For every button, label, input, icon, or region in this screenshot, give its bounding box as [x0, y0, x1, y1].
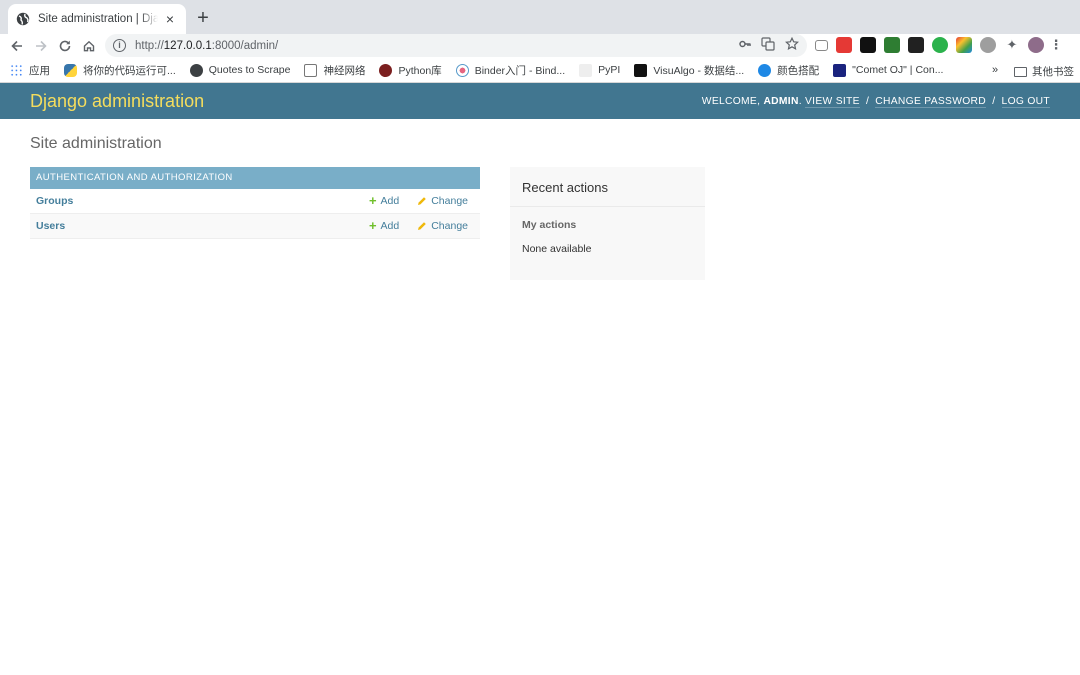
python-icon: [64, 63, 77, 77]
view-site-link[interactable]: View site: [805, 95, 860, 108]
bookmark-item[interactable]: Python库: [379, 63, 442, 78]
welcome-text: Welcome,: [701, 95, 761, 107]
key-icon[interactable]: [739, 38, 751, 50]
bookmark-item[interactable]: VisuAlgo - 数据结...: [634, 63, 744, 78]
username: admin: [763, 95, 799, 107]
log-out-link[interactable]: Log out: [1001, 95, 1050, 108]
screen-recorder-icon[interactable]: [836, 37, 852, 53]
change-group-button[interactable]: Change: [417, 195, 468, 207]
app-caption-link[interactable]: Authentication and Authorization: [30, 167, 480, 189]
bookmark-item[interactable]: "Comet OJ" | Con...: [833, 63, 943, 77]
model-row-groups: Groups + Add Change: [30, 189, 480, 214]
app-module-auth: Authentication and Authorization Groups …: [30, 167, 480, 239]
browser-tab[interactable]: Site administration | Django site admin …: [8, 4, 186, 34]
url-text: http://127.0.0.1:8000/admin/: [135, 39, 279, 52]
bookmark-item[interactable]: 神经网络: [304, 63, 365, 78]
color-icon: [758, 63, 772, 77]
x-extension-icon[interactable]: [908, 37, 924, 53]
add-group-button[interactable]: + Add: [368, 193, 399, 208]
home-button[interactable]: [80, 37, 98, 55]
admin-header: Django administration Welcome, admin. Vi…: [0, 83, 1080, 119]
recent-actions-panel: Recent actions My actions None available: [510, 167, 705, 280]
forward-button[interactable]: [32, 37, 50, 55]
pencil-icon: [418, 222, 427, 230]
profile-avatar[interactable]: [1028, 37, 1044, 53]
visualgo-icon: [634, 63, 648, 77]
browser-toolbar: i http://127.0.0.1:8000/admin/ ✦ ⋮: [0, 34, 1080, 58]
bookmark-item[interactable]: 应用: [10, 63, 50, 78]
groups-link[interactable]: Groups: [36, 195, 73, 207]
pypi-icon: [579, 63, 593, 77]
address-bar[interactable]: i http://127.0.0.1:8000/admin/: [105, 34, 807, 57]
arrow-left-icon: [11, 40, 22, 52]
globe-icon: [189, 63, 203, 77]
puzzle-icon[interactable]: ✦: [1004, 37, 1020, 53]
info-icon[interactable]: i: [113, 39, 126, 52]
reload-icon: [59, 40, 71, 52]
binder-icon: [455, 63, 469, 77]
folder-icon: [1014, 66, 1027, 77]
bookmarks-bar: 应用 将你的代码运行可... Quotes to Scrape 神经网络 Pyt…: [0, 58, 1080, 83]
arrow-right-icon: [36, 40, 47, 52]
globe-icon: [16, 12, 30, 26]
my-actions-heading: My actions: [522, 219, 577, 231]
site-branding[interactable]: Django administration: [30, 91, 204, 112]
change-password-link[interactable]: Change password: [875, 95, 987, 108]
new-tab-button[interactable]: +: [194, 8, 212, 28]
separator: /: [992, 95, 996, 107]
cometoj-icon: [833, 63, 847, 77]
color-picker-icon[interactable]: [956, 37, 972, 53]
extension-on-icon[interactable]: [884, 37, 900, 53]
kebab-menu-icon[interactable]: ⋮: [1050, 37, 1063, 53]
home-icon: [83, 40, 95, 52]
other-bookmarks[interactable]: 其他书签: [1014, 64, 1074, 79]
python-lib-icon: [379, 63, 393, 77]
reload-button[interactable]: [56, 37, 74, 55]
user-tools: Welcome, admin. View site / Change passw…: [701, 95, 1050, 108]
n-extension-icon[interactable]: [932, 37, 948, 53]
tab-strip: Site administration | Django site admin …: [0, 0, 1080, 34]
tab-title: Site administration | Django site admin: [38, 13, 158, 25]
bookmark-item[interactable]: Quotes to Scrape: [189, 63, 290, 77]
bookmark-item[interactable]: 颜色搭配: [758, 63, 819, 78]
more-bookmarks-icon[interactable]: »: [992, 64, 998, 76]
translate-icon[interactable]: [761, 37, 775, 51]
image-icon: [304, 63, 318, 77]
add-user-button[interactable]: + Add: [368, 218, 399, 233]
users-link[interactable]: Users: [36, 220, 65, 232]
apps-grid-icon: [10, 63, 23, 77]
bookmark-item[interactable]: 将你的代码运行可...: [64, 63, 176, 78]
star-icon[interactable]: [785, 37, 799, 51]
close-tab-icon[interactable]: ×: [162, 11, 178, 27]
model-row-users: Users + Add Change: [30, 214, 480, 239]
separator: /: [865, 95, 870, 107]
change-user-button[interactable]: Change: [417, 220, 468, 232]
bookmark-item[interactable]: Binder入门 - Bind...: [455, 63, 565, 78]
plus-icon: +: [368, 193, 377, 208]
recent-actions-title: Recent actions: [510, 167, 705, 207]
pencil-icon: [418, 197, 427, 205]
extensions-area: ✦ ⋮: [815, 37, 1063, 53]
none-available-text: None available: [522, 243, 592, 255]
tampermonkey-icon[interactable]: [860, 37, 876, 53]
plus-icon: +: [368, 218, 377, 233]
back-button[interactable]: [8, 37, 26, 55]
page-title: Site administration: [30, 135, 162, 152]
bookmark-item[interactable]: PyPI: [579, 63, 620, 77]
camera-icon[interactable]: [815, 39, 828, 51]
gear-extension-icon[interactable]: [980, 37, 996, 53]
